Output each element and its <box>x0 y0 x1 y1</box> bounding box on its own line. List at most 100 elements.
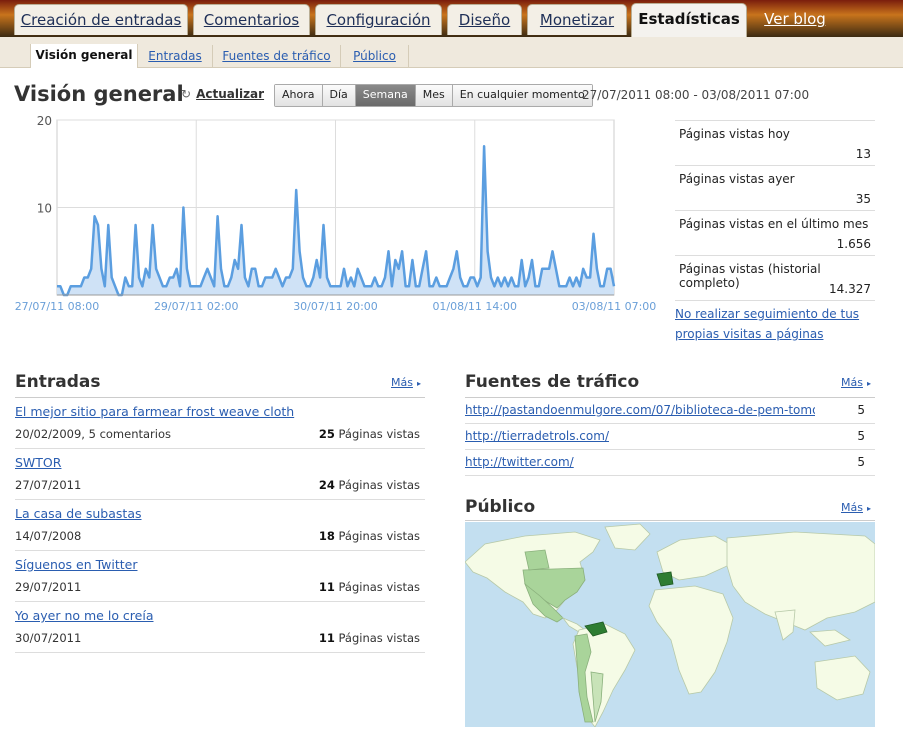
range-button-ahora[interactable]: Ahora <box>275 85 323 106</box>
post-views: 18 Páginas vistas <box>319 529 420 543</box>
refresh-label: Actualizar <box>196 87 265 101</box>
range-button-semana[interactable]: Semana <box>355 85 416 106</box>
world-map[interactable] <box>465 522 875 727</box>
post-views: 24 Páginas vistas <box>319 478 420 492</box>
sub-navigation: Visión general Entradas Fuentes de tráfi… <box>0 37 903 68</box>
tab-ver-blog[interactable]: Ver blog <box>752 4 838 35</box>
post-views-unit: Páginas vistas <box>338 427 420 441</box>
post-title-link[interactable]: La casa de subastas <box>15 506 142 521</box>
traffic-row: http://tierradetrols.com/ 5 <box>465 424 875 450</box>
posts-more-link[interactable]: Más ▸ <box>391 376 421 389</box>
traffic-url-link[interactable]: http://pastandoenmulgore.com/07/bibliote… <box>465 403 815 417</box>
post-meta: 20/02/2009, 5 comentarios <box>15 427 171 441</box>
top-navigation: Creación de entradas Comentarios Configu… <box>0 0 903 37</box>
map-africa <box>648 585 734 695</box>
triangle-right-icon: ▸ <box>416 379 421 388</box>
map-greenland <box>604 523 651 551</box>
world-map-svg <box>465 523 875 727</box>
more-label: Más <box>391 376 413 389</box>
traffic-count: 5 <box>857 429 865 443</box>
traffic-more-link[interactable]: Más ▸ <box>841 376 871 389</box>
x-tick-label: 03/08/11 07:00 <box>572 300 657 313</box>
tab-comentarios[interactable]: Comentarios <box>193 4 310 35</box>
audience-more-link[interactable]: Más ▸ <box>841 501 871 514</box>
post-views-unit: Páginas vistas <box>338 631 420 645</box>
tab-configuracion[interactable]: Configuración <box>315 4 442 35</box>
map-australia <box>814 655 871 701</box>
x-tick-label: 01/08/11 14:00 <box>432 300 517 313</box>
range-selector: Ahora Día Semana Mes En cualquier moment… <box>274 84 593 107</box>
stat-value: 35 <box>855 192 871 206</box>
stat-historial: Páginas vistas (historial completo) 14.32… <box>675 255 875 301</box>
y-tick-label: 20 <box>37 114 52 128</box>
stat-value: 1.656 <box>836 237 871 251</box>
post-meta: 14/07/2008 <box>15 529 82 543</box>
post-views-count: 11 <box>318 631 335 645</box>
refresh-link[interactable]: ↻ Actualizar <box>181 87 264 101</box>
post-views-unit: Páginas vistas <box>338 478 420 492</box>
divider <box>465 520 875 521</box>
subtab-fuentes-trafico[interactable]: Fuentes de tráfico <box>213 45 341 67</box>
no-track-link[interactable]: No realizar seguimiento de tus propias v… <box>675 304 875 344</box>
x-tick-label: 27/07/11 08:00 <box>15 300 100 313</box>
post-row: Yo ayer no me lo creía 30/07/2011 11 Pág… <box>15 602 425 653</box>
post-views-count: 25 <box>318 427 335 441</box>
traffic-row: http://pastandoenmulgore.com/07/bibliote… <box>465 398 875 424</box>
tab-monetizar[interactable]: Monetizar <box>527 4 627 35</box>
tab-label: Ver blog <box>764 10 826 28</box>
post-title-link[interactable]: Yo ayer no me lo creía <box>15 608 154 623</box>
map-spain <box>656 571 674 587</box>
traffic-count: 5 <box>857 455 865 469</box>
stat-label: Páginas vistas en el último mes <box>679 217 869 231</box>
tab-label: Creación de entradas <box>20 11 182 29</box>
subtab-vision-general[interactable]: Visión general <box>30 44 138 68</box>
map-canada-west <box>524 549 550 571</box>
subtab-label: Visión general <box>35 48 133 62</box>
y-tick-label: 10 <box>37 202 52 216</box>
more-label: Más <box>841 501 863 514</box>
pageviews-chart: 10 20 27/07/11 08:00 29/07/11 02:00 30/07/11… <box>0 110 660 320</box>
tab-diseno[interactable]: Diseño <box>447 4 522 35</box>
stat-value: 13 <box>855 147 871 161</box>
posts-title: Entradas <box>15 372 101 392</box>
post-meta: 30/07/2011 <box>15 631 82 645</box>
post-row: SWTOR 27/07/2011 24 Páginas vistas <box>15 449 425 500</box>
stat-label: Páginas vistas ayer <box>679 172 795 186</box>
traffic-url-link[interactable]: http://tierradetrols.com/ <box>465 429 815 443</box>
post-views-count: 24 <box>318 478 335 492</box>
post-title-link[interactable]: El mejor sitio para farmear frost weave … <box>15 404 294 419</box>
range-button-dia[interactable]: Día <box>322 85 356 106</box>
triangle-right-icon: ▸ <box>866 504 871 513</box>
refresh-icon: ↻ <box>181 87 192 101</box>
stat-ayer: Páginas vistas ayer 35 <box>675 165 875 210</box>
chart-svg: 10 20 27/07/11 08:00 29/07/11 02:00 30/07/11… <box>15 114 657 313</box>
post-title-link[interactable]: SWTOR <box>15 455 61 470</box>
tab-estadisticas[interactable]: Estadísticas <box>631 3 747 37</box>
subtab-entradas[interactable]: Entradas <box>138 45 213 67</box>
tab-label: Diseño <box>458 11 511 29</box>
post-views: 25 Páginas vistas <box>319 427 420 441</box>
tab-label: Configuración <box>326 11 431 29</box>
post-views: 11 Páginas vistas <box>319 631 420 645</box>
more-label: Más <box>841 376 863 389</box>
tab-label: Estadísticas <box>638 10 740 28</box>
traffic-title: Fuentes de tráfico <box>465 372 640 392</box>
post-row: El mejor sitio para farmear frost weave … <box>15 398 425 449</box>
range-button-siempre[interactable]: En cualquier momento <box>452 85 592 106</box>
traffic-url-link[interactable]: http://twitter.com/ <box>465 455 815 469</box>
no-track-line1: No realizar seguimiento de tus <box>675 307 860 321</box>
subtab-label: Entradas <box>148 49 202 63</box>
traffic-count: 5 <box>857 403 865 417</box>
post-title-link[interactable]: Síguenos en Twitter <box>15 557 138 572</box>
range-button-mes[interactable]: Mes <box>415 85 453 106</box>
x-tick-label: 29/07/11 02:00 <box>154 300 239 313</box>
subtab-publico[interactable]: Público <box>341 45 409 67</box>
post-views-unit: Páginas vistas <box>338 580 420 594</box>
subtab-label: Público <box>353 49 396 63</box>
tab-label: Monetizar <box>539 11 615 29</box>
stat-value: 14.327 <box>829 282 871 296</box>
post-views-count: 11 <box>318 580 335 594</box>
date-range: 27/07/2011 08:00 - 03/08/2011 07:00 <box>582 88 810 102</box>
map-india <box>774 609 796 641</box>
tab-creacion-entradas[interactable]: Creación de entradas <box>14 4 188 35</box>
